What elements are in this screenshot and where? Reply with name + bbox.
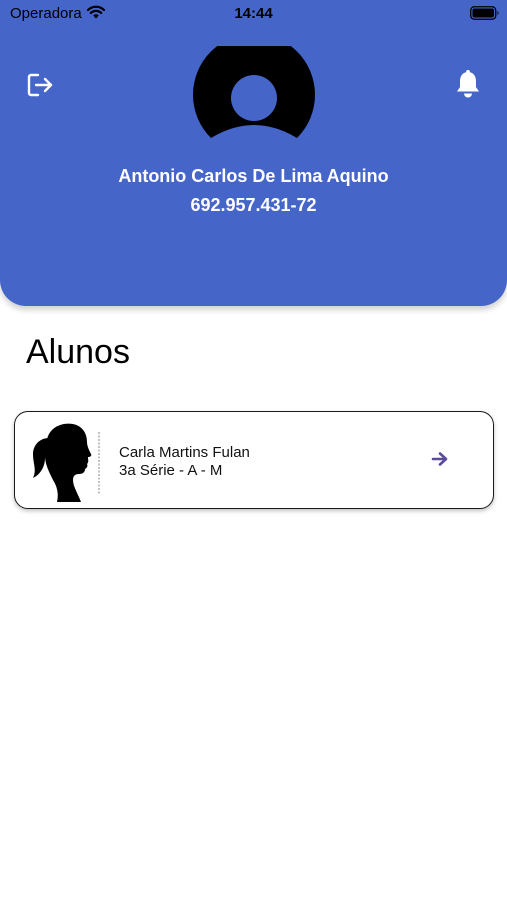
user-document: 692.957.431-72: [190, 195, 317, 215]
bell-icon[interactable]: [454, 69, 482, 99]
student-photo: [27, 420, 107, 502]
battery-icon: [470, 6, 499, 20]
student-class: 3a Série - A - M: [119, 462, 223, 479]
student-name: Carla Martins Fulan: [119, 444, 250, 461]
clock: 14:44: [234, 5, 273, 22]
profile-header: Operadora 14:44 Antonio Carlos De Lima A…: [0, 0, 507, 306]
status-bar: Operadora 14:44: [0, 0, 507, 28]
logout-icon[interactable]: [26, 71, 54, 99]
student-card[interactable]: Carla Martins Fulan 3a Série - A - M: [14, 411, 494, 509]
app-screen: Operadora 14:44 Antonio Carlos De Lima A…: [0, 0, 507, 900]
user-name: Antonio Carlos De Lima Aquino: [118, 166, 389, 186]
user-avatar-icon: [193, 46, 315, 138]
section-title-students: Alunos: [26, 333, 130, 371]
arrow-right-icon[interactable]: [431, 451, 449, 467]
